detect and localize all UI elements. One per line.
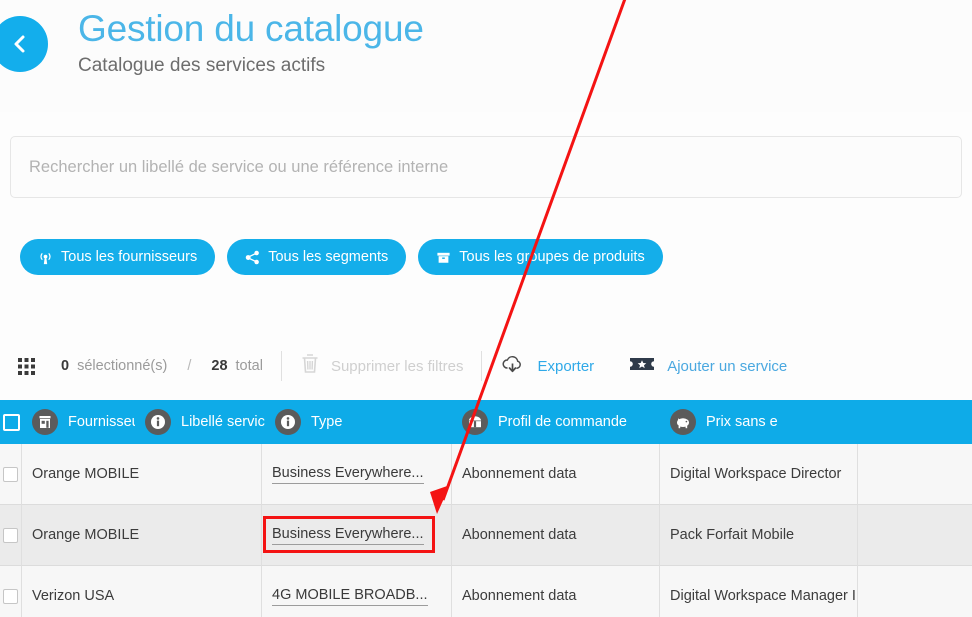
filter-segments-button[interactable]: Tous les segments <box>227 239 407 275</box>
search-input[interactable] <box>10 136 962 198</box>
cell-prix <box>858 444 972 505</box>
ticket-star-icon <box>628 354 656 378</box>
select-all-checkbox[interactable] <box>2 413 20 431</box>
cell-type: Abonnement data <box>452 566 660 617</box>
toolbar-divider-1 <box>280 351 282 381</box>
catalog-management-page: Gestion du catalogue Catalogue des servi… <box>0 0 972 617</box>
page-title: Gestion du catalogue <box>78 8 424 49</box>
column-header-libelle[interactable]: Libellé service <box>135 400 265 444</box>
toolbar-divider-2 <box>481 351 483 381</box>
row-checkbox[interactable] <box>3 527 18 543</box>
cell-fournisseur: Orange MOBILE <box>22 505 262 566</box>
service-link[interactable]: Business Everywhere... <box>272 526 424 545</box>
total-label: total <box>235 358 263 374</box>
cell-fournisseur: Orange MOBILE <box>22 444 262 505</box>
cell-libelle: 4G MOBILE BROADB... <box>262 566 452 617</box>
clear-filters-button[interactable]: Supprimer les filtres <box>300 353 464 379</box>
row-select-cell <box>0 566 22 617</box>
cell-libelle: Business Everywhere... <box>262 505 452 566</box>
column-header-fournisseur-label: Fournisseur <box>68 414 135 430</box>
column-header-type-label: Type <box>311 414 343 430</box>
table-row[interactable]: Verizon USA 4G MOBILE BROADB... Abonneme… <box>0 566 972 617</box>
back-button[interactable] <box>0 16 48 72</box>
filter-suppliers-button[interactable]: Tous les fournisseurs <box>20 239 216 275</box>
filter-suppliers-label: Tous les fournisseurs <box>61 249 198 265</box>
title-block: Gestion du catalogue Catalogue des servi… <box>78 6 424 79</box>
column-header-fournisseur[interactable]: Fournisseur <box>22 400 135 444</box>
selected-label: sélectionné(s) <box>77 358 168 374</box>
table-row[interactable]: Orange MOBILE Business Everywhere... Abo… <box>0 444 972 505</box>
table-row[interactable]: Orange MOBILE Business Everywhere... Abo… <box>0 505 972 566</box>
chevron-left-icon <box>9 33 31 55</box>
page-subtitle: Catalogue des services actifs <box>78 55 326 76</box>
cell-profil: Pack Forfait Mobile <box>660 505 858 566</box>
trash-icon <box>300 353 320 379</box>
cell-type: Abonnement data <box>452 444 660 505</box>
export-label: Exporter <box>537 357 595 375</box>
count-separator: / <box>187 358 192 374</box>
grid-icon[interactable] <box>18 357 35 375</box>
cell-prix <box>858 505 972 566</box>
column-header-libelle-label: Libellé service <box>181 414 265 430</box>
piggy-bank-icon <box>670 409 696 435</box>
clear-filters-label: Supprimer les filtres <box>330 357 464 375</box>
services-table: Fournisseur Libellé service <box>0 400 972 617</box>
column-header-profil-label: Profil de commande <box>498 414 627 430</box>
filter-product-groups-button[interactable]: Tous les groupes de produits <box>418 239 663 275</box>
search-bar <box>10 136 962 198</box>
filter-product-groups-label: Tous les groupes de produits <box>459 249 645 265</box>
column-header-prix[interactable]: Prix sans e <box>660 400 858 444</box>
total-count: 28 <box>211 358 228 374</box>
cloud-download-icon <box>500 353 526 379</box>
cell-profil: Digital Workspace Director <box>660 444 858 505</box>
table-toolbar: 0 sélectionné(s) / 28 total Supprimer le… <box>0 340 972 392</box>
column-header-prix-label: Prix sans e <box>706 414 778 430</box>
column-header-profil[interactable]: Profil de commande <box>452 400 660 444</box>
row-select-cell <box>0 505 22 566</box>
service-link[interactable]: 4G MOBILE BROADB... <box>272 587 428 606</box>
package-icon <box>462 409 488 435</box>
filter-bar: Tous les fournisseurs Tous les segments <box>20 239 663 275</box>
antenna-icon <box>38 250 53 265</box>
box-icon <box>436 250 451 265</box>
row-checkbox[interactable] <box>3 588 18 604</box>
service-link[interactable]: Business Everywhere... <box>272 465 424 484</box>
row-checkbox[interactable] <box>3 466 18 482</box>
info-icon <box>275 409 301 435</box>
select-all-header <box>0 400 22 444</box>
column-header-type[interactable]: Type <box>265 400 452 444</box>
cell-type: Abonnement data <box>452 505 660 566</box>
selected-count: 0 <box>61 358 70 374</box>
add-service-button[interactable]: Ajouter un service <box>628 354 787 378</box>
export-button[interactable]: Exporter <box>500 353 594 379</box>
cell-prix <box>858 566 972 617</box>
selection-counter: 0 sélectionné(s) / 28 total <box>61 358 263 374</box>
cell-fournisseur: Verizon USA <box>22 566 262 617</box>
store-icon <box>32 409 58 435</box>
table-header-row: Fournisseur Libellé service <box>0 400 972 444</box>
share-icon <box>245 250 260 265</box>
row-select-cell <box>0 444 22 505</box>
info-icon <box>145 409 171 435</box>
add-service-label: Ajouter un service <box>667 357 788 375</box>
page-header: Gestion du catalogue Catalogue des servi… <box>0 0 972 112</box>
filter-segments-label: Tous les segments <box>268 249 389 265</box>
cell-profil: Digital Workspace Manager I <box>660 566 858 617</box>
cell-libelle: Business Everywhere... <box>262 444 452 505</box>
